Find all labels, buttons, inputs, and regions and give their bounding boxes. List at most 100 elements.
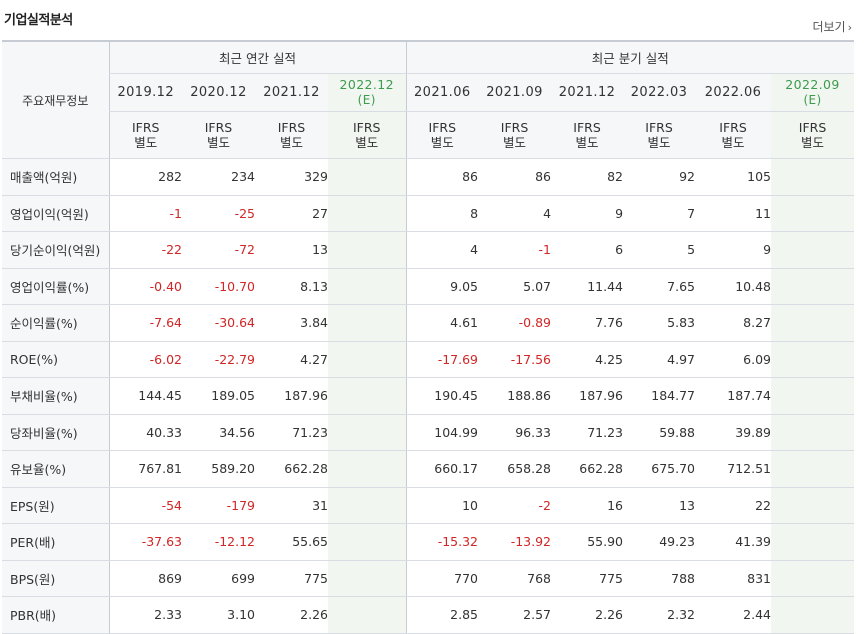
value-cell: 3.10 <box>182 596 255 634</box>
ifrs-label: IFRS <box>645 120 673 135</box>
value-cell: 8 <box>405 195 479 232</box>
value-cell: 3.84 <box>255 304 328 342</box>
value-cell: 7.76 <box>551 304 624 342</box>
value-cell <box>771 231 855 269</box>
value-cell <box>328 195 407 232</box>
value-cell: 2.32 <box>623 596 696 634</box>
value-cell <box>771 486 855 524</box>
value-cell: 9.05 <box>405 267 479 305</box>
period-label: 2022.09 <box>785 77 840 92</box>
ifrs-header: IFRS 별도 <box>405 111 479 159</box>
value-cell <box>328 523 407 561</box>
ifrs-header: IFRS 별도 <box>255 111 328 159</box>
row-label: BPS(원) <box>2 560 109 597</box>
period-header: 2021.12 <box>255 73 328 112</box>
value-cell <box>328 267 407 305</box>
value-cell: 104.99 <box>405 414 479 451</box>
period-label: 2022.03 <box>630 84 688 100</box>
period-header: 2022.06 <box>695 73 772 112</box>
value-cell: 40.33 <box>108 414 182 451</box>
value-cell <box>771 158 855 196</box>
value-cell: 59.88 <box>623 414 696 451</box>
value-cell: -17.69 <box>405 341 479 378</box>
value-cell: 10 <box>405 486 479 524</box>
period-header: 2021.12 <box>551 73 624 112</box>
value-cell: 187.96 <box>551 377 624 415</box>
value-cell: 96.33 <box>478 414 552 451</box>
value-cell: -15.32 <box>405 523 479 561</box>
ifrs-label: IFRS <box>500 120 529 135</box>
value-cell: 2.33 <box>108 596 182 634</box>
value-cell: 2.85 <box>405 596 479 634</box>
value-cell: 11 <box>695 195 772 232</box>
value-cell: 27 <box>255 195 328 232</box>
value-cell: -25 <box>182 195 255 232</box>
value-cell: 10.48 <box>695 267 772 305</box>
value-cell: 82 <box>551 158 624 196</box>
ifrs-basis-label: 별도 <box>647 135 671 150</box>
ifrs-header: IFRS 별도 <box>108 111 182 159</box>
value-cell: 7 <box>623 195 696 232</box>
value-cell <box>771 450 855 488</box>
period-header: 2021.09 <box>478 73 552 112</box>
value-cell: 55.90 <box>551 523 624 561</box>
value-cell: 9 <box>695 231 772 269</box>
period-label: 2022.12 <box>339 77 394 92</box>
period-label: 2021.06 <box>413 84 471 100</box>
period-label: 2021.12 <box>263 84 320 100</box>
chevron-right-icon: › <box>847 21 852 34</box>
value-cell: -12.12 <box>182 523 255 561</box>
value-cell: 5.07 <box>478 267 552 305</box>
value-cell <box>771 267 855 305</box>
ifrs-label: IFRS <box>798 120 827 135</box>
more-link[interactable]: 더보기 › <box>812 18 852 35</box>
value-cell: 775 <box>551 560 624 597</box>
table-row: 매출액(억원) 282 234 329 86 86 82 92 105 <box>2 158 855 196</box>
value-cell: 9 <box>551 195 624 232</box>
value-cell: -0.89 <box>478 304 552 342</box>
period-header: 2022.12 (E) <box>328 73 407 112</box>
value-cell <box>771 596 855 634</box>
value-cell <box>328 414 407 451</box>
value-cell: 329 <box>255 158 328 196</box>
period-label: 2022.06 <box>704 84 762 100</box>
row-label: PER(배) <box>2 523 109 561</box>
value-cell: 767.81 <box>108 450 182 488</box>
period-label: 2021.12 <box>558 84 616 100</box>
value-cell: 2.57 <box>478 596 552 634</box>
value-cell: 6 <box>551 231 624 269</box>
value-cell: 41.39 <box>695 523 772 561</box>
row-label: 영업이익률(%) <box>2 267 109 305</box>
value-cell: 11.44 <box>551 267 624 305</box>
ifrs-basis-label: 별도 <box>721 135 745 150</box>
value-cell <box>771 195 855 232</box>
table-row: BPS(원) 869 699 775 770 768 775 788 831 <box>2 560 855 597</box>
value-cell: -0.40 <box>108 267 182 305</box>
value-cell: 189.05 <box>182 377 255 415</box>
value-cell: 869 <box>108 560 182 597</box>
ifrs-header: IFRS 별도 <box>478 111 552 159</box>
value-cell: 712.51 <box>695 450 772 488</box>
ifrs-label: IFRS <box>719 120 747 135</box>
ifrs-label: IFRS <box>353 120 381 135</box>
value-cell: 34.56 <box>182 414 255 451</box>
period-header: 2019.12 <box>108 73 182 112</box>
row-label: 영업이익(억원) <box>2 195 109 232</box>
ifrs-basis-label: 별도 <box>355 135 379 150</box>
ifrs-label: IFRS <box>204 120 233 135</box>
value-cell: 190.45 <box>405 377 479 415</box>
value-cell: 16 <box>551 486 624 524</box>
row-label: 당기순이익(억원) <box>2 231 109 269</box>
table-row: 당좌비율(%) 40.33 34.56 71.23 104.99 96.33 71.23 59… <box>2 414 855 451</box>
period-label: 2020.12 <box>190 84 247 100</box>
value-cell: 8.13 <box>255 267 328 305</box>
ifrs-label: IFRS <box>132 120 160 135</box>
value-cell <box>328 596 407 634</box>
value-cell: 92 <box>623 158 696 196</box>
row-label: 유보율(%) <box>2 450 109 488</box>
financial-summary-table: 주요재무정보 최근 연간 실적 최근 분기 실적 2019.12 2020.12 2… <box>2 40 855 634</box>
row-label: 순이익률(%) <box>2 304 109 342</box>
table-row: 영업이익(억원) -1 -25 27 8 4 9 7 11 <box>2 195 855 232</box>
ifrs-header: IFRS 별도 <box>551 111 624 159</box>
value-cell: 4.97 <box>623 341 696 378</box>
